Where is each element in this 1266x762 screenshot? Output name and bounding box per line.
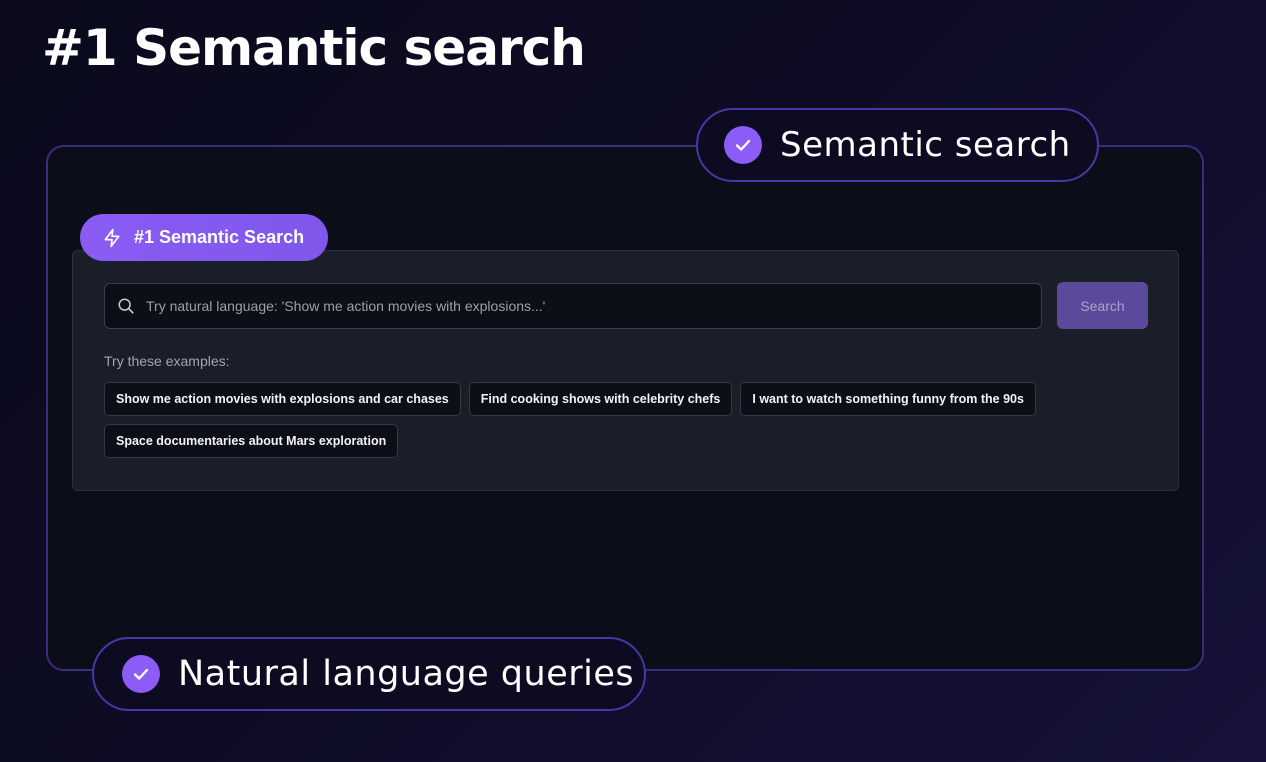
search-button[interactable]: Search — [1057, 282, 1148, 329]
example-chips: Show me action movies with explosions an… — [104, 382, 1054, 458]
example-chip[interactable]: Find cooking shows with celebrity chefs — [468, 382, 733, 416]
feature-pill: #1 Semantic Search — [80, 214, 328, 261]
search-icon — [117, 297, 135, 315]
example-chip[interactable]: I want to watch something funny from the… — [740, 382, 1036, 416]
lightning-bolt-icon — [102, 228, 122, 248]
callout-natural-language: Natural language queries — [92, 637, 646, 711]
callout-semantic-search: Semantic search — [696, 108, 1099, 182]
check-circle-icon — [724, 126, 762, 164]
check-circle-icon — [122, 655, 160, 693]
page-title: #1 Semantic search — [42, 19, 586, 77]
example-chip[interactable]: Space documentaries about Mars explorati… — [104, 424, 399, 458]
search-input[interactable] — [144, 297, 1041, 315]
search-field[interactable] — [104, 283, 1042, 329]
example-chip[interactable]: Show me action movies with explosions an… — [104, 382, 461, 416]
callout-label: Semantic search — [780, 125, 1071, 165]
feature-pill-label: #1 Semantic Search — [134, 227, 305, 247]
examples-label: Try these examples: — [104, 353, 230, 369]
search-panel: Search Try these examples: Show me actio… — [72, 250, 1179, 491]
callout-label: Natural language queries — [178, 654, 635, 694]
